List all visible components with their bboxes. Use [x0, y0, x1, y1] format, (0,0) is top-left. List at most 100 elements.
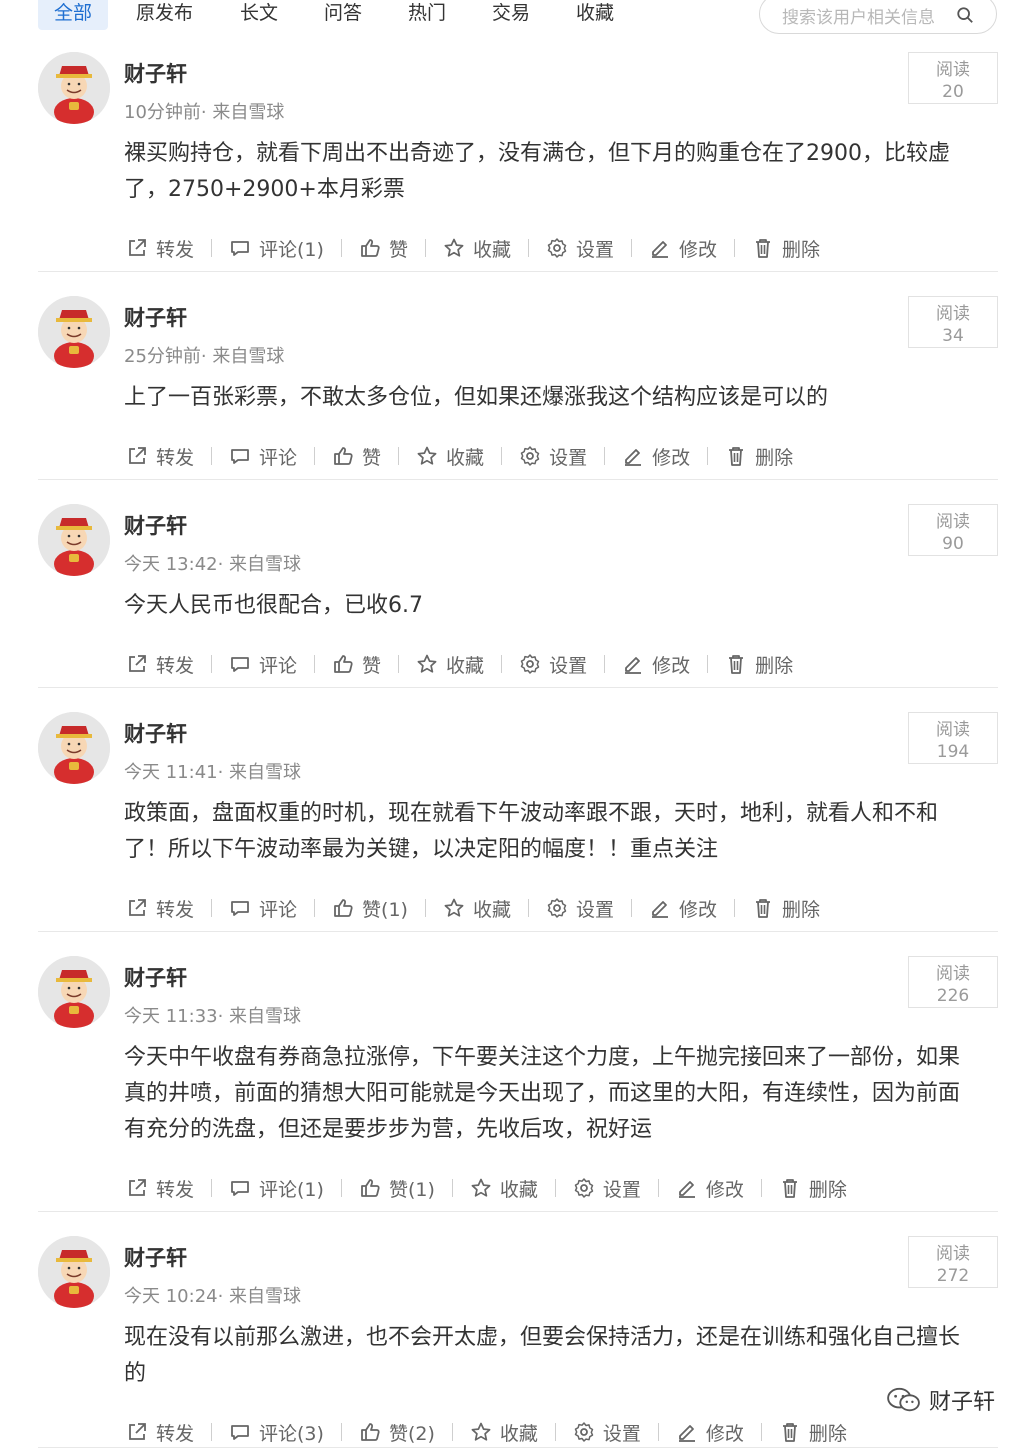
favorite-button[interactable]: 收藏: [443, 235, 511, 262]
avatar[interactable]: [38, 296, 110, 368]
repost-button[interactable]: 转发: [126, 1419, 194, 1446]
post-author[interactable]: 财子轩: [124, 58, 187, 88]
divider: [657, 1423, 659, 1441]
favorite-button[interactable]: 收藏: [470, 1419, 538, 1446]
comment-button[interactable]: 评论: [229, 443, 297, 470]
favorite-label: 收藏: [446, 654, 485, 677]
post-author[interactable]: 财子轩: [124, 510, 187, 540]
post-author[interactable]: 财子轩: [124, 302, 187, 332]
delete-icon: [725, 445, 755, 467]
divider: [501, 447, 503, 465]
favorite-button[interactable]: 收藏: [416, 443, 484, 470]
post-item: 财子轩 今天 10:24· 来自雪球 阅读 272 现在没有以前那么激进，也不会开太虚，…: [38, 1234, 998, 1448]
settings-button[interactable]: 设置: [519, 443, 587, 470]
like-button[interactable]: 赞: [332, 443, 381, 470]
repost-icon: [126, 1421, 156, 1443]
delete-button[interactable]: 删除: [725, 651, 793, 678]
settings-button[interactable]: 设置: [546, 235, 614, 262]
post-content-line: 政策面，盘面权重的时机，现在就看下午波动率跟不跟，天时，地利，就看人和不和: [124, 801, 939, 826]
settings-button[interactable]: 设置: [546, 895, 614, 922]
comment-button[interactable]: 评论: [229, 651, 297, 678]
divider: [398, 655, 400, 673]
post-author[interactable]: 财子轩: [124, 718, 187, 748]
divider: [451, 1423, 453, 1441]
delete-button[interactable]: 删除: [752, 235, 820, 262]
favorite-icon: [443, 237, 473, 259]
delete-icon: [752, 897, 782, 919]
search-icon[interactable]: [956, 6, 974, 24]
repost-button[interactable]: 转发: [126, 895, 194, 922]
avatar[interactable]: [38, 712, 110, 784]
like-icon: [359, 237, 389, 259]
avatar[interactable]: [38, 52, 110, 124]
edit-icon: [649, 897, 679, 919]
tab-long[interactable]: 长文: [240, 0, 278, 30]
post-item: 财子轩 10分钟前· 来自雪球 阅读 20 裸买购持仓，就看下周出不出奇迹了，没有满仓，…: [38, 50, 998, 272]
edit-label: 修改: [652, 446, 691, 469]
post-author[interactable]: 财子轩: [124, 1242, 187, 1272]
repost-button[interactable]: 转发: [126, 1175, 194, 1202]
avatar[interactable]: [38, 504, 110, 576]
post-content-line: 上了一百张彩票，不敢太多仓位，但如果还爆涨我这个结构应该是可以的: [124, 385, 829, 410]
settings-button[interactable]: 设置: [573, 1175, 641, 1202]
repost-button[interactable]: 转发: [126, 443, 194, 470]
edit-button[interactable]: 修改: [622, 651, 690, 678]
repost-icon: [126, 1177, 156, 1199]
delete-button[interactable]: 删除: [779, 1419, 847, 1446]
edit-button[interactable]: 修改: [622, 443, 690, 470]
tab-hot[interactable]: 热门: [408, 0, 446, 30]
edit-button[interactable]: 修改: [649, 895, 717, 922]
filter-tabs: 全部 原发布 长文 问答 热门 交易 收藏 搜索该用户相关信息: [38, 0, 997, 34]
delete-button[interactable]: 删除: [752, 895, 820, 922]
tab-all[interactable]: 全部: [38, 0, 109, 30]
comment-button[interactable]: 评论(1): [229, 1175, 324, 1202]
tab-qa[interactable]: 问答: [324, 0, 362, 30]
settings-icon: [573, 1421, 603, 1443]
delete-button[interactable]: 删除: [725, 443, 793, 470]
tab-trade[interactable]: 交易: [492, 0, 530, 30]
divider: [211, 447, 213, 465]
edit-button[interactable]: 修改: [676, 1419, 744, 1446]
edit-button[interactable]: 修改: [676, 1175, 744, 1202]
tab-favorites[interactable]: 收藏: [576, 0, 614, 30]
avatar[interactable]: [38, 956, 110, 1028]
search-input[interactable]: 搜索该用户相关信息: [759, 0, 997, 34]
comment-button[interactable]: 评论(3): [229, 1419, 324, 1446]
repost-button[interactable]: 转发: [126, 651, 194, 678]
repost-label: 转发: [156, 654, 195, 677]
divider: [760, 1179, 762, 1197]
avatar[interactable]: [38, 1236, 110, 1308]
like-button[interactable]: 赞(1): [332, 895, 408, 922]
settings-label: 设置: [575, 898, 614, 921]
like-button[interactable]: 赞(1): [359, 1175, 435, 1202]
post-actions: 转发 评论(3) 赞(2) 收藏 设置 修改 删除: [126, 1418, 847, 1446]
like-icon: [332, 445, 362, 467]
like-button[interactable]: 赞: [359, 235, 408, 262]
delete-button[interactable]: 删除: [779, 1175, 847, 1202]
repost-button[interactable]: 转发: [126, 235, 194, 262]
settings-button[interactable]: 设置: [519, 651, 587, 678]
settings-label: 设置: [549, 446, 588, 469]
favorite-button[interactable]: 收藏: [470, 1175, 538, 1202]
favorite-button[interactable]: 收藏: [416, 651, 484, 678]
favorite-button[interactable]: 收藏: [443, 895, 511, 922]
tab-original[interactable]: 原发布: [136, 0, 193, 30]
divider: [211, 1423, 213, 1441]
post-author[interactable]: 财子轩: [124, 962, 187, 992]
like-icon: [332, 653, 362, 675]
settings-icon: [573, 1177, 603, 1199]
like-button[interactable]: 赞(2): [359, 1419, 435, 1446]
edit-button[interactable]: 修改: [649, 235, 717, 262]
comment-label: 评论(1): [259, 238, 324, 261]
post-item: 财子轩 今天 13:42· 来自雪球 阅读 90 今天人民币也很配合，已收6.7 转发 评论…: [38, 502, 998, 688]
divider: [398, 447, 400, 465]
settings-button[interactable]: 设置: [573, 1419, 641, 1446]
comment-button[interactable]: 评论(1): [229, 235, 324, 262]
like-icon: [332, 897, 362, 919]
divider: [501, 655, 503, 673]
comment-button[interactable]: 评论: [229, 895, 297, 922]
divider: [314, 447, 316, 465]
repost-icon: [126, 237, 156, 259]
comment-icon: [229, 237, 259, 259]
like-button[interactable]: 赞: [332, 651, 381, 678]
